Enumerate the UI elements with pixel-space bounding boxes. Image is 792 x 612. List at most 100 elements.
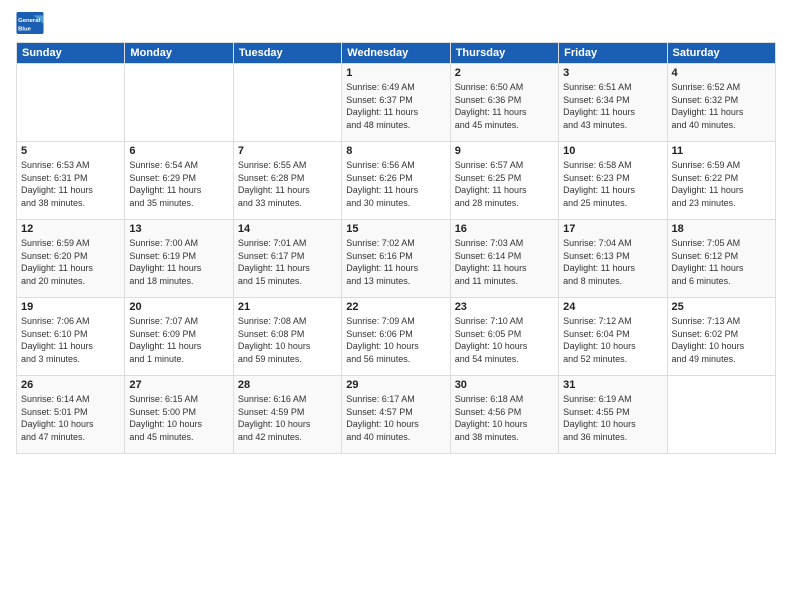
logo-icon: General Blue: [16, 12, 44, 34]
day-info: Sunrise: 7:13 AM Sunset: 6:02 PM Dayligh…: [672, 315, 771, 365]
day-number: 16: [455, 223, 554, 235]
day-info: Sunrise: 6:56 AM Sunset: 6:26 PM Dayligh…: [346, 159, 445, 209]
day-number: 24: [563, 301, 662, 313]
week-row-4: 19 Sunrise: 7:06 AM Sunset: 6:10 PM Dayli…: [17, 298, 776, 376]
day-number: 3: [563, 67, 662, 79]
calendar-cell: 16 Sunrise: 7:03 AM Sunset: 6:14 PM Dayli…: [450, 220, 558, 298]
day-info: Sunrise: 7:08 AM Sunset: 6:08 PM Dayligh…: [238, 315, 337, 365]
day-info: Sunrise: 6:54 AM Sunset: 6:29 PM Dayligh…: [129, 159, 228, 209]
calendar-cell: 15 Sunrise: 7:02 AM Sunset: 6:16 PM Dayli…: [342, 220, 450, 298]
day-info: Sunrise: 7:10 AM Sunset: 6:05 PM Dayligh…: [455, 315, 554, 365]
calendar-cell: [667, 376, 775, 454]
calendar-cell: 12 Sunrise: 6:59 AM Sunset: 6:20 PM Dayli…: [17, 220, 125, 298]
day-info: Sunrise: 7:12 AM Sunset: 6:04 PM Dayligh…: [563, 315, 662, 365]
calendar-cell: 31 Sunrise: 6:19 AM Sunset: 4:55 PM Dayli…: [559, 376, 667, 454]
day-info: Sunrise: 7:05 AM Sunset: 6:12 PM Dayligh…: [672, 237, 771, 287]
calendar-cell: 26 Sunrise: 6:14 AM Sunset: 5:01 PM Dayli…: [17, 376, 125, 454]
day-number: 17: [563, 223, 662, 235]
day-number: 31: [563, 379, 662, 391]
calendar-table: SundayMondayTuesdayWednesdayThursdayFrid…: [16, 42, 776, 454]
day-info: Sunrise: 7:01 AM Sunset: 6:17 PM Dayligh…: [238, 237, 337, 287]
day-number: 29: [346, 379, 445, 391]
week-row-1: 1Sunrise: 6:49 AM Sunset: 6:37 PM Daylig…: [17, 64, 776, 142]
day-number: 7: [238, 145, 337, 157]
day-number: 14: [238, 223, 337, 235]
day-info: Sunrise: 6:59 AM Sunset: 6:20 PM Dayligh…: [21, 237, 120, 287]
calendar-cell: 3 Sunrise: 6:51 AM Sunset: 6:34 PM Daylig…: [559, 64, 667, 142]
calendar-cell: 23Sunrise: 7:10 AM Sunset: 6:05 PM Dayli…: [450, 298, 558, 376]
calendar-cell: 27 Sunrise: 6:15 AM Sunset: 5:00 PM Dayli…: [125, 376, 233, 454]
calendar-cell: 5 Sunrise: 6:53 AM Sunset: 6:31 PM Daylig…: [17, 142, 125, 220]
calendar-cell: 29 Sunrise: 6:17 AM Sunset: 4:57 PM Dayli…: [342, 376, 450, 454]
calendar-cell: 22 Sunrise: 7:09 AM Sunset: 6:06 PM Dayli…: [342, 298, 450, 376]
day-number: 27: [129, 379, 228, 391]
calendar-cell: 19 Sunrise: 7:06 AM Sunset: 6:10 PM Dayli…: [17, 298, 125, 376]
day-info: Sunrise: 6:53 AM Sunset: 6:31 PM Dayligh…: [21, 159, 120, 209]
calendar-cell: 28Sunrise: 6:16 AM Sunset: 4:59 PM Dayli…: [233, 376, 341, 454]
calendar-cell: 8 Sunrise: 6:56 AM Sunset: 6:26 PM Daylig…: [342, 142, 450, 220]
calendar-cell: 1Sunrise: 6:49 AM Sunset: 6:37 PM Daylig…: [342, 64, 450, 142]
header: General Blue: [16, 12, 776, 34]
calendar-cell: [233, 64, 341, 142]
weekday-header-row: SundayMondayTuesdayWednesdayThursdayFrid…: [17, 43, 776, 64]
day-number: 10: [563, 145, 662, 157]
day-info: Sunrise: 6:52 AM Sunset: 6:32 PM Dayligh…: [672, 81, 771, 131]
day-info: Sunrise: 7:06 AM Sunset: 6:10 PM Dayligh…: [21, 315, 120, 365]
calendar-cell: 4 Sunrise: 6:52 AM Sunset: 6:32 PM Daylig…: [667, 64, 775, 142]
day-number: 22: [346, 301, 445, 313]
calendar-cell: 13 Sunrise: 7:00 AM Sunset: 6:19 PM Dayli…: [125, 220, 233, 298]
day-number: 20: [129, 301, 228, 313]
day-info: Sunrise: 7:04 AM Sunset: 6:13 PM Dayligh…: [563, 237, 662, 287]
day-info: Sunrise: 6:58 AM Sunset: 6:23 PM Dayligh…: [563, 159, 662, 209]
day-info: Sunrise: 6:55 AM Sunset: 6:28 PM Dayligh…: [238, 159, 337, 209]
svg-text:General: General: [18, 18, 40, 24]
calendar-cell: 30Sunrise: 6:18 AM Sunset: 4:56 PM Dayli…: [450, 376, 558, 454]
day-info: Sunrise: 6:50 AM Sunset: 6:36 PM Dayligh…: [455, 81, 554, 131]
calendar-cell: 21Sunrise: 7:08 AM Sunset: 6:08 PM Dayli…: [233, 298, 341, 376]
day-number: 19: [21, 301, 120, 313]
calendar-container: General Blue SundayMondayTuesdayWednesda…: [0, 0, 792, 464]
calendar-cell: 10 Sunrise: 6:58 AM Sunset: 6:23 PM Dayli…: [559, 142, 667, 220]
day-number: 26: [21, 379, 120, 391]
calendar-cell: 25 Sunrise: 7:13 AM Sunset: 6:02 PM Dayli…: [667, 298, 775, 376]
day-number: 13: [129, 223, 228, 235]
day-number: 25: [672, 301, 771, 313]
calendar-cell: 17 Sunrise: 7:04 AM Sunset: 6:13 PM Dayli…: [559, 220, 667, 298]
day-info: Sunrise: 6:51 AM Sunset: 6:34 PM Dayligh…: [563, 81, 662, 131]
calendar-cell: [125, 64, 233, 142]
day-number: 11: [672, 145, 771, 157]
day-number: 12: [21, 223, 120, 235]
day-info: Sunrise: 7:09 AM Sunset: 6:06 PM Dayligh…: [346, 315, 445, 365]
weekday-header-friday: Friday: [559, 43, 667, 64]
week-row-3: 12 Sunrise: 6:59 AM Sunset: 6:20 PM Dayli…: [17, 220, 776, 298]
day-info: Sunrise: 7:00 AM Sunset: 6:19 PM Dayligh…: [129, 237, 228, 287]
calendar-cell: [17, 64, 125, 142]
day-number: 18: [672, 223, 771, 235]
calendar-cell: 9 Sunrise: 6:57 AM Sunset: 6:25 PM Daylig…: [450, 142, 558, 220]
day-number: 8: [346, 145, 445, 157]
day-info: Sunrise: 6:59 AM Sunset: 6:22 PM Dayligh…: [672, 159, 771, 209]
week-row-2: 5 Sunrise: 6:53 AM Sunset: 6:31 PM Daylig…: [17, 142, 776, 220]
day-number: 9: [455, 145, 554, 157]
day-info: Sunrise: 7:07 AM Sunset: 6:09 PM Dayligh…: [129, 315, 228, 365]
weekday-header-sunday: Sunday: [17, 43, 125, 64]
day-info: Sunrise: 6:15 AM Sunset: 5:00 PM Dayligh…: [129, 393, 228, 443]
day-info: Sunrise: 7:03 AM Sunset: 6:14 PM Dayligh…: [455, 237, 554, 287]
day-number: 5: [21, 145, 120, 157]
day-info: Sunrise: 6:19 AM Sunset: 4:55 PM Dayligh…: [563, 393, 662, 443]
day-info: Sunrise: 6:14 AM Sunset: 5:01 PM Dayligh…: [21, 393, 120, 443]
calendar-cell: 2Sunrise: 6:50 AM Sunset: 6:36 PM Daylig…: [450, 64, 558, 142]
calendar-cell: 6 Sunrise: 6:54 AM Sunset: 6:29 PM Daylig…: [125, 142, 233, 220]
day-info: Sunrise: 6:57 AM Sunset: 6:25 PM Dayligh…: [455, 159, 554, 209]
day-info: Sunrise: 6:17 AM Sunset: 4:57 PM Dayligh…: [346, 393, 445, 443]
day-number: 6: [129, 145, 228, 157]
weekday-header-tuesday: Tuesday: [233, 43, 341, 64]
day-number: 30: [455, 379, 554, 391]
day-number: 15: [346, 223, 445, 235]
day-info: Sunrise: 7:02 AM Sunset: 6:16 PM Dayligh…: [346, 237, 445, 287]
weekday-header-thursday: Thursday: [450, 43, 558, 64]
day-number: 4: [672, 67, 771, 79]
calendar-cell: 14 Sunrise: 7:01 AM Sunset: 6:17 PM Dayli…: [233, 220, 341, 298]
calendar-cell: 20 Sunrise: 7:07 AM Sunset: 6:09 PM Dayli…: [125, 298, 233, 376]
day-info: Sunrise: 6:49 AM Sunset: 6:37 PM Dayligh…: [346, 81, 445, 131]
